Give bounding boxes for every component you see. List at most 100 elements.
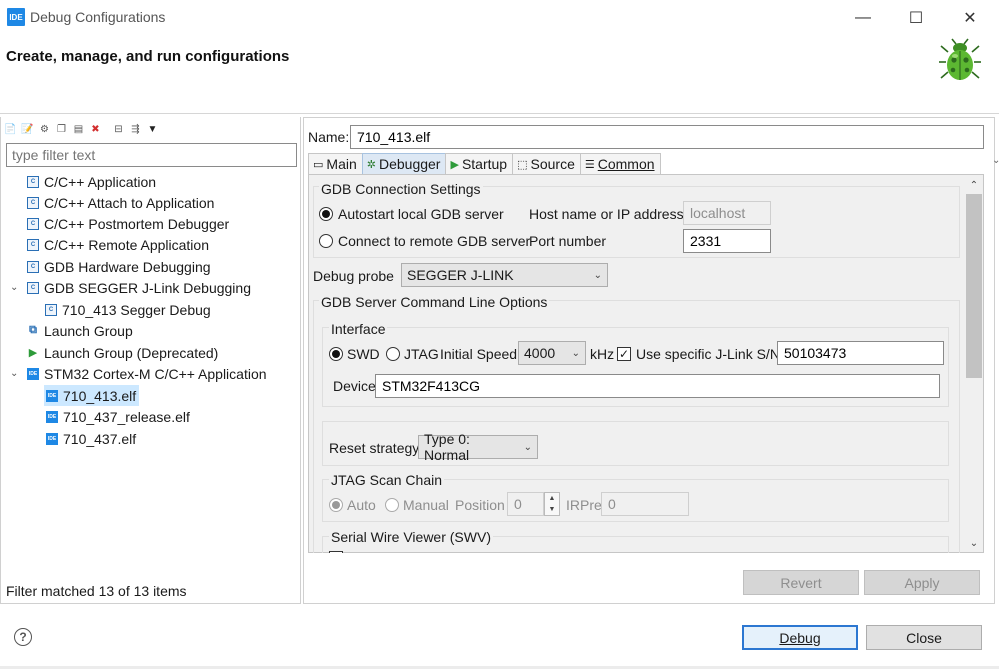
main-tab-icon: ▭ [313, 158, 324, 171]
tree-item-label: 710_413.elf [63, 387, 137, 404]
scroll-up-icon[interactable]: ⌃ [966, 177, 982, 193]
source-tab-icon: ⬚ [517, 158, 528, 171]
tree-item-segger-debug[interactable]: C 710_413 Segger Debug [45, 299, 211, 320]
close-window-button[interactable]: ✕ [947, 4, 993, 32]
tree-item-label: Launch Group [44, 322, 133, 339]
tabs-chevron-icon[interactable]: ⌄ [992, 155, 999, 166]
scrollbar-thumb[interactable] [966, 194, 982, 378]
tree-item-c-application[interactable]: C C/C++ Application [27, 171, 156, 192]
link-prototype-icon[interactable]: ▤ [71, 122, 86, 137]
tree-item-label: Launch Group (Deprecated) [44, 344, 219, 361]
c-app-icon: C [27, 238, 39, 251]
maximize-button[interactable]: ☐ [893, 4, 939, 32]
revert-button[interactable]: Revert [743, 570, 859, 595]
port-input[interactable] [683, 229, 771, 253]
probe-select[interactable]: SEGGER J-LINK ⌄ [401, 263, 608, 287]
device-input[interactable] [375, 374, 940, 398]
debug-button-label: Debug [779, 629, 821, 646]
tab-label: Common [597, 156, 655, 172]
device-label: Device [333, 378, 376, 394]
swd-radio[interactable] [329, 347, 343, 361]
use-sn-checkbox[interactable]: ✓ [617, 347, 631, 361]
tree-item-c-remote[interactable]: C C/C++ Remote Application [27, 234, 209, 255]
config-tabs: ▭ Main ✲ Debugger ▶ Startup ⬚ Source ☰ Common [308, 153, 661, 174]
stepper-down-icon[interactable]: ▼ [545, 504, 559, 515]
reset-select[interactable]: Type 0: Normal ⌄ [418, 431, 538, 463]
filter-icon[interactable]: ⇶ [128, 122, 143, 137]
new-prototype-icon[interactable]: 📝 [20, 122, 35, 137]
auto-radio[interactable] [329, 498, 343, 512]
bug-icon [939, 38, 981, 80]
use-sn-label: Use specific J-Link S/N [636, 346, 780, 362]
host-input[interactable] [683, 201, 771, 225]
apply-button[interactable]: Apply [864, 570, 980, 595]
c-app-icon: C [27, 217, 39, 230]
speed-select[interactable]: 4000 ⌄ [518, 341, 586, 365]
tree-item-710-437-elf[interactable]: IDE 710_437.elf [46, 428, 136, 449]
ide-icon: IDE [46, 389, 58, 402]
tree-item-label: C/C++ Remote Application [44, 236, 209, 253]
minimize-button[interactable]: — [840, 4, 886, 32]
tree-item-launch-group-deprecated[interactable]: ▶ Launch Group (Deprecated) [27, 342, 219, 363]
stepper-up-icon[interactable]: ▲ [545, 493, 559, 504]
duplicate-icon[interactable]: ❐ [54, 122, 69, 137]
tab-source[interactable]: ⬚ Source [512, 153, 581, 174]
jtag-chain-title: JTAG Scan Chain [329, 472, 445, 488]
name-input[interactable] [350, 125, 984, 149]
debugger-tab-icon: ✲ [366, 158, 376, 171]
tab-debugger[interactable]: ✲ Debugger [361, 153, 447, 174]
view-menu-icon[interactable]: ▼ [145, 122, 160, 137]
tree-item-label: C/C++ Attach to Application [44, 194, 215, 211]
manual-radio[interactable] [385, 498, 399, 512]
ide-logo-icon: IDE [7, 8, 25, 26]
filter-status: Filter matched 13 of 13 items [6, 583, 187, 599]
connect-remote-radio[interactable] [319, 234, 333, 248]
auto-label: Auto [347, 497, 376, 513]
tree-item-label: 710_413 Segger Debug [62, 301, 211, 318]
left-toolbar: 📄 📝 ⚙ ❐ ▤ ✖ ⊟ ⇶ ▼ [3, 119, 160, 139]
tab-common[interactable]: ☰ Common [579, 153, 661, 174]
host-label: Host name or IP address [529, 206, 684, 222]
autostart-label: Autostart local GDB server [338, 206, 504, 222]
close-button[interactable]: Close [866, 625, 982, 650]
ide-icon: IDE [27, 367, 39, 380]
ide-icon: IDE [46, 432, 58, 445]
tree-item-stm32[interactable]: IDE STM32 Cortex-M C/C++ Application [27, 363, 267, 384]
irpre-input[interactable]: 0 [601, 492, 689, 516]
tree-item-c-attach[interactable]: C C/C++ Attach to Application [27, 192, 214, 213]
tree-item-710-437-release-elf[interactable]: IDE 710_437_release.elf [46, 406, 190, 427]
autostart-radio[interactable] [319, 207, 333, 221]
swv-checkbox[interactable] [329, 551, 343, 553]
swd-label: SWD [347, 346, 380, 362]
new-config-icon[interactable]: 📄 [3, 122, 18, 137]
chevron-down-icon[interactable]: ⌄ [10, 368, 22, 379]
tree-item-label: STM32 Cortex-M C/C++ Application [44, 365, 267, 382]
chevron-down-icon[interactable]: ⌄ [10, 282, 22, 293]
filter-input[interactable] [6, 143, 297, 167]
position-stepper[interactable]: ▲ ▼ [544, 492, 560, 516]
manual-label: Manual [403, 497, 449, 513]
tab-label: Source [530, 156, 575, 172]
interface-title: Interface [329, 321, 388, 337]
tree-item-gdb-hardware[interactable]: C GDB Hardware Debugging [27, 256, 211, 277]
c-app-icon: C [27, 260, 39, 273]
jtag-radio[interactable] [386, 347, 400, 361]
position-input[interactable]: 0 [507, 492, 544, 516]
sn-input[interactable] [777, 341, 944, 365]
help-icon[interactable]: ? [14, 628, 32, 646]
delete-icon[interactable]: ✖ [88, 122, 103, 137]
debug-button[interactable]: Debug [742, 625, 858, 650]
c-app-icon: C [45, 303, 57, 316]
chevron-down-icon: ⌄ [571, 347, 580, 359]
tree-item-c-postmortem[interactable]: C C/C++ Postmortem Debugger [27, 213, 229, 234]
window-title: Debug Configurations [30, 9, 166, 25]
startup-tab-icon: ▶ [450, 158, 459, 171]
collapse-all-icon[interactable]: ⊟ [111, 122, 126, 137]
tree-item-710-413-elf[interactable]: IDE 710_413.elf [44, 385, 140, 406]
scroll-down-icon[interactable]: ⌄ [966, 535, 982, 551]
tab-startup[interactable]: ▶ Startup [445, 153, 514, 174]
tree-item-gdb-segger[interactable]: C GDB SEGGER J-Link Debugging [27, 277, 251, 298]
tab-main[interactable]: ▭ Main [308, 153, 363, 174]
tree-item-launch-group[interactable]: ⧉ Launch Group [27, 320, 133, 341]
export-icon[interactable]: ⚙ [37, 122, 52, 137]
